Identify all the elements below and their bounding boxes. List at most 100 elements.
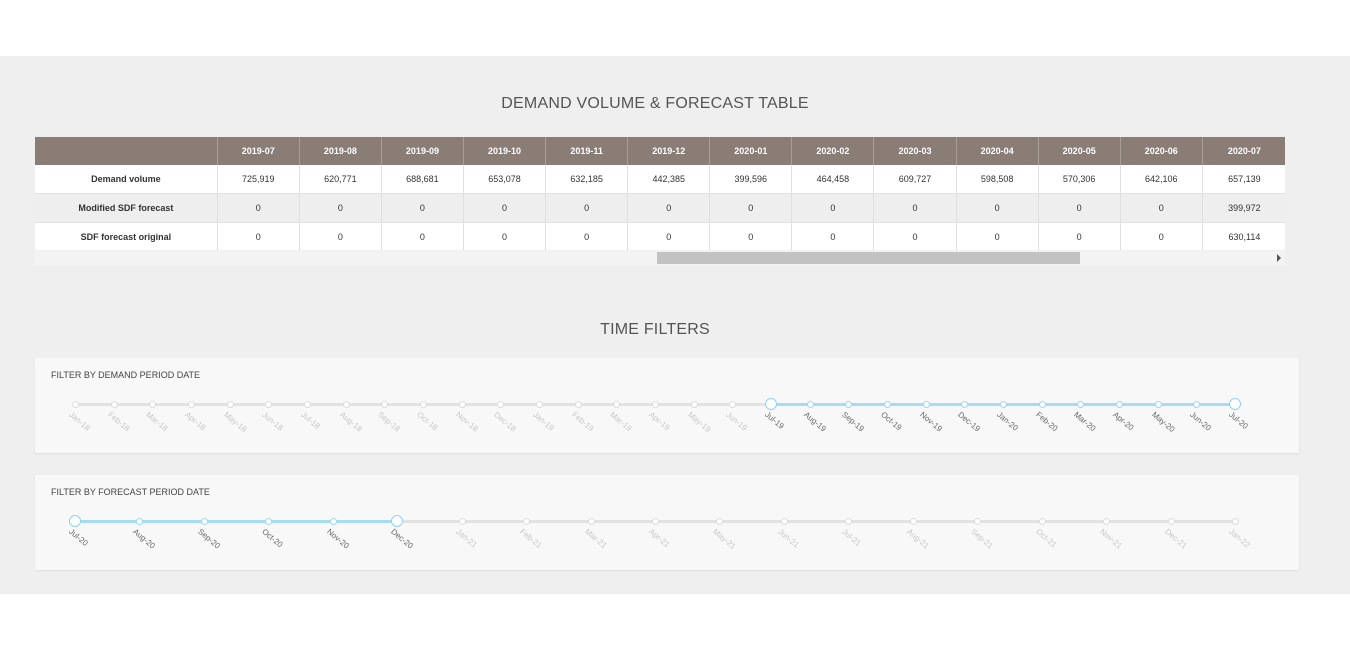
column-header[interactable]: 2020-05 xyxy=(1038,137,1121,165)
slider-tick-label: Nov-21 xyxy=(1098,527,1124,551)
table-cell: 0 xyxy=(709,222,793,250)
slider-tick-label: May-21 xyxy=(711,527,738,552)
slider-tick xyxy=(780,518,788,525)
table-horizontal-scrollbar[interactable] xyxy=(35,251,1285,265)
slider-tick xyxy=(536,401,543,408)
table-cell: 0 xyxy=(217,193,300,223)
table-cell: 0 xyxy=(545,222,629,250)
range-start-handle[interactable] xyxy=(765,398,777,410)
row-label: Demand volume xyxy=(35,165,218,194)
scrollbar-thumb[interactable] xyxy=(657,252,1080,264)
slider-tick xyxy=(136,518,144,525)
table-cell: 0 xyxy=(956,222,1039,250)
table-cell: 399,596 xyxy=(709,165,793,194)
slider-tick-label: Sep-19 xyxy=(840,410,867,434)
table-cell: 0 xyxy=(381,222,464,250)
slider-tick xyxy=(1103,518,1111,525)
slider-tick xyxy=(574,401,582,408)
table-cell: 0 xyxy=(463,222,547,250)
table-cell: 0 xyxy=(217,222,300,250)
slider-tick xyxy=(884,401,891,408)
slider-tick xyxy=(226,401,234,408)
demand-forecast-table: 2019-07 2019-08 2019-09 2019-10 2019-11 … xyxy=(35,137,1285,250)
table-cell: 0 xyxy=(627,193,711,223)
column-header[interactable]: 2020-04 xyxy=(956,137,1039,165)
slider-tick-label: Aug-20 xyxy=(131,527,158,551)
slider-tick-label: May-20 xyxy=(1149,410,1177,435)
slider-tick-label: Jun-19 xyxy=(724,410,750,433)
slider-tick xyxy=(806,401,814,408)
slider-tick-label: Oct-18 xyxy=(415,410,440,433)
table-cell: 399,972 xyxy=(1202,193,1285,223)
table-cell: 632,185 xyxy=(545,165,629,194)
slider-tick xyxy=(1154,401,1162,408)
column-header[interactable]: 2020-01 xyxy=(709,137,793,165)
slider-tick xyxy=(420,401,427,408)
slider-tick-label: Oct-21 xyxy=(1033,527,1059,550)
table-cell: 0 xyxy=(709,193,793,223)
slider-tick-label: Apr-18 xyxy=(183,410,208,433)
range-end-handle[interactable] xyxy=(1229,398,1241,410)
slider-tick-label: Dec-18 xyxy=(492,410,519,434)
table-row: SDF forecast original 0 0 0 0 0 0 0 0 0 … xyxy=(35,222,1285,250)
table-cell: 653,078 xyxy=(463,165,547,194)
table-cell: 642,106 xyxy=(1120,165,1203,194)
slider-tick xyxy=(458,401,466,408)
table-cell: 464,458 xyxy=(791,165,875,194)
slider-tick-label: Sep-20 xyxy=(196,527,222,551)
slider-tick-label: Nov-18 xyxy=(453,410,480,434)
table-cell: 688,681 xyxy=(381,165,464,194)
column-header[interactable]: 2019-09 xyxy=(381,137,464,165)
slider-tick xyxy=(716,518,724,525)
slider-tick-label: Feb-19 xyxy=(569,410,596,434)
table-cell: 0 xyxy=(463,193,547,223)
slider-tick xyxy=(381,401,389,408)
table-row: Demand volume 725,919 620,771 688,681 65… xyxy=(35,165,1285,194)
table-cell: 725,919 xyxy=(217,165,300,194)
slider-tick-label: Jul-18 xyxy=(299,410,322,431)
column-header[interactable]: 2019-11 xyxy=(545,137,629,165)
table-cell: 630,114 xyxy=(1202,222,1285,250)
column-header[interactable]: 2020-07 xyxy=(1202,137,1285,165)
slider-tick xyxy=(1038,401,1046,408)
column-header[interactable]: 2020-06 xyxy=(1120,137,1203,165)
slider-tick-label: Oct-20 xyxy=(260,527,285,550)
slider-tick-label: Jun-21 xyxy=(776,527,801,550)
column-header[interactable]: 2019-10 xyxy=(463,137,547,165)
slider-tick xyxy=(729,401,737,408)
slider-tick-label: Nov-20 xyxy=(324,527,351,551)
scroll-right-arrow-icon[interactable] xyxy=(1277,254,1281,262)
slider-tick xyxy=(342,401,350,408)
slider-tick-label: Dec-20 xyxy=(389,527,415,551)
table-cell: 0 xyxy=(1038,193,1121,223)
slider-tick-label: Jun-18 xyxy=(260,410,286,433)
column-header[interactable]: 2020-03 xyxy=(873,137,957,165)
range-start-handle[interactable] xyxy=(69,515,81,527)
demand-period-filter: FILTER BY DEMAND PERIOD DATE Jan-18 Feb-1… xyxy=(35,358,1299,453)
slider-tick xyxy=(458,518,466,525)
slider-tick xyxy=(922,401,930,408)
slider-tick-label: Dec-19 xyxy=(956,410,983,434)
slider-tick xyxy=(961,401,969,408)
slider-tick-label: Apr-21 xyxy=(647,527,672,550)
slider-tick xyxy=(1232,518,1239,525)
slider-tick-label: Jun-20 xyxy=(1188,410,1214,433)
column-header[interactable]: 2019-07 xyxy=(217,137,300,165)
column-header[interactable]: 2019-08 xyxy=(299,137,382,165)
slider-tick-label: Feb-18 xyxy=(105,410,132,434)
slider-tick xyxy=(974,518,982,525)
table-cell: 598,508 xyxy=(956,165,1039,194)
column-header[interactable]: 2019-12 xyxy=(627,137,711,165)
table-cell: 609,727 xyxy=(873,165,957,194)
table-cell: 0 xyxy=(873,222,957,250)
slider-tick-label: Feb-20 xyxy=(1033,410,1060,434)
slider-tick xyxy=(329,518,337,525)
demand-forecast-table-container: 2019-07 2019-08 2019-09 2019-10 2019-11 … xyxy=(35,137,1285,250)
slider-tick-label: Jul-21 xyxy=(840,527,864,548)
slider-tick xyxy=(845,401,853,408)
column-header[interactable]: 2020-02 xyxy=(791,137,875,165)
table-cell: 0 xyxy=(299,222,382,250)
slider-tick-label: Aug-18 xyxy=(337,410,364,434)
table-title: DEMAND VOLUME & FORECAST TABLE xyxy=(501,95,809,112)
range-end-handle[interactable] xyxy=(391,515,404,527)
